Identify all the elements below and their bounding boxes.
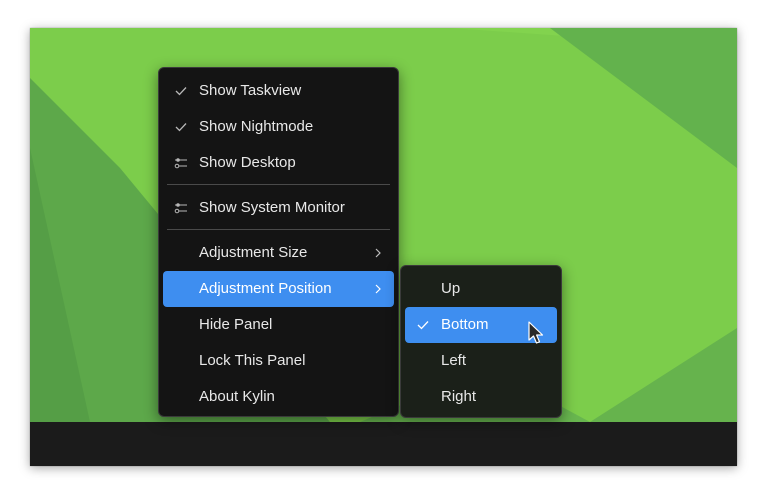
check-icon — [173, 109, 189, 145]
menu-item-label: Adjustment Position — [199, 280, 332, 297]
menu-separator — [167, 229, 390, 230]
submenu-item-label: Right — [441, 388, 477, 405]
taskbar[interactable] — [30, 422, 737, 466]
menu-item-show-taskview[interactable]: Show Taskview — [163, 73, 394, 109]
chevron-right-icon — [372, 271, 384, 307]
menu-item-adjustment-size[interactable]: Adjustment Size — [163, 235, 394, 271]
menu-item-label: Show Nightmode — [199, 118, 314, 135]
panel-context-menu: Show Taskview Show Nightmode Show Deskto… — [158, 67, 399, 417]
check-icon — [415, 307, 431, 343]
menu-item-label: Show Taskview — [199, 82, 302, 99]
submenu-item-up[interactable]: Up — [405, 271, 557, 307]
menu-item-label: Show Desktop — [199, 154, 296, 171]
menu-item-label: Lock This Panel — [199, 352, 306, 369]
menu-item-lock-this-panel[interactable]: Lock This Panel — [163, 343, 394, 379]
menu-item-label: About Kylin — [199, 388, 275, 405]
check-icon — [173, 73, 189, 109]
submenu-item-right[interactable]: Right — [405, 379, 557, 415]
slider-toggle-icon — [173, 145, 189, 181]
submenu-item-left[interactable]: Left — [405, 343, 557, 379]
menu-item-adjustment-position[interactable]: Adjustment Position — [163, 271, 394, 307]
menu-item-show-nightmode[interactable]: Show Nightmode — [163, 109, 394, 145]
menu-item-show-system-monitor[interactable]: Show System Monitor — [163, 190, 394, 226]
chevron-right-icon — [372, 235, 384, 271]
submenu-item-label: Bottom — [441, 316, 489, 333]
submenu-item-label: Left — [441, 352, 467, 369]
slider-toggle-icon — [173, 190, 189, 226]
submenu-item-label: Up — [441, 280, 461, 297]
menu-separator — [167, 184, 390, 185]
mouse-pointer-icon — [528, 321, 544, 344]
menu-item-label: Hide Panel — [199, 316, 273, 333]
menu-item-label: Show System Monitor — [199, 199, 345, 216]
menu-item-hide-panel[interactable]: Hide Panel — [163, 307, 394, 343]
menu-item-about-kylin[interactable]: About Kylin — [163, 379, 394, 415]
menu-item-label: Adjustment Size — [199, 244, 308, 261]
menu-item-show-desktop[interactable]: Show Desktop — [163, 145, 394, 181]
